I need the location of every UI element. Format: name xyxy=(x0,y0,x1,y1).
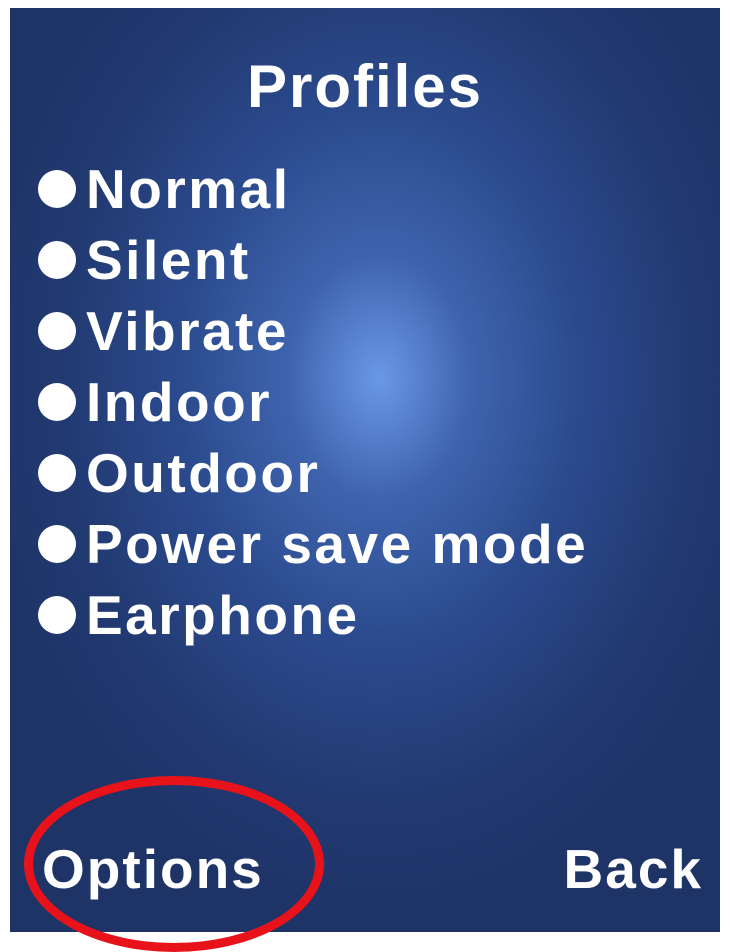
bullet-icon xyxy=(38,240,76,279)
menu-item-label: Earphone xyxy=(86,583,360,646)
menu-item-earphone[interactable]: Earphone xyxy=(38,579,588,650)
options-softkey[interactable]: Options xyxy=(42,835,264,903)
bullet-icon xyxy=(38,169,76,208)
phone-screen: Profiles Normal Silent Vibrate Indoor Ou… xyxy=(10,8,720,932)
menu-item-indoor[interactable]: Indoor xyxy=(38,366,588,437)
menu-item-label: Outdoor xyxy=(86,441,321,504)
bullet-icon xyxy=(38,453,76,492)
bullet-icon xyxy=(38,595,76,634)
menu-item-power-save-mode[interactable]: Power save mode xyxy=(38,508,588,579)
bullet-icon xyxy=(38,311,76,350)
menu-item-normal[interactable]: Normal xyxy=(38,153,588,224)
menu-item-label: Power save mode xyxy=(86,512,589,575)
bullet-icon xyxy=(38,382,76,421)
menu-item-outdoor[interactable]: Outdoor xyxy=(38,437,588,508)
menu-item-label: Normal xyxy=(86,157,291,220)
menu-item-vibrate[interactable]: Vibrate xyxy=(38,295,588,366)
menu-item-label: Vibrate xyxy=(86,299,289,362)
menu-item-label: Indoor xyxy=(86,370,273,433)
bullet-icon xyxy=(38,524,76,563)
back-softkey[interactable]: Back xyxy=(564,835,703,903)
profiles-menu: Normal Silent Vibrate Indoor Outdoor Pow… xyxy=(38,153,588,650)
menu-item-label: Silent xyxy=(86,228,251,291)
menu-item-silent[interactable]: Silent xyxy=(38,224,588,295)
screen-title: Profiles xyxy=(246,53,484,120)
